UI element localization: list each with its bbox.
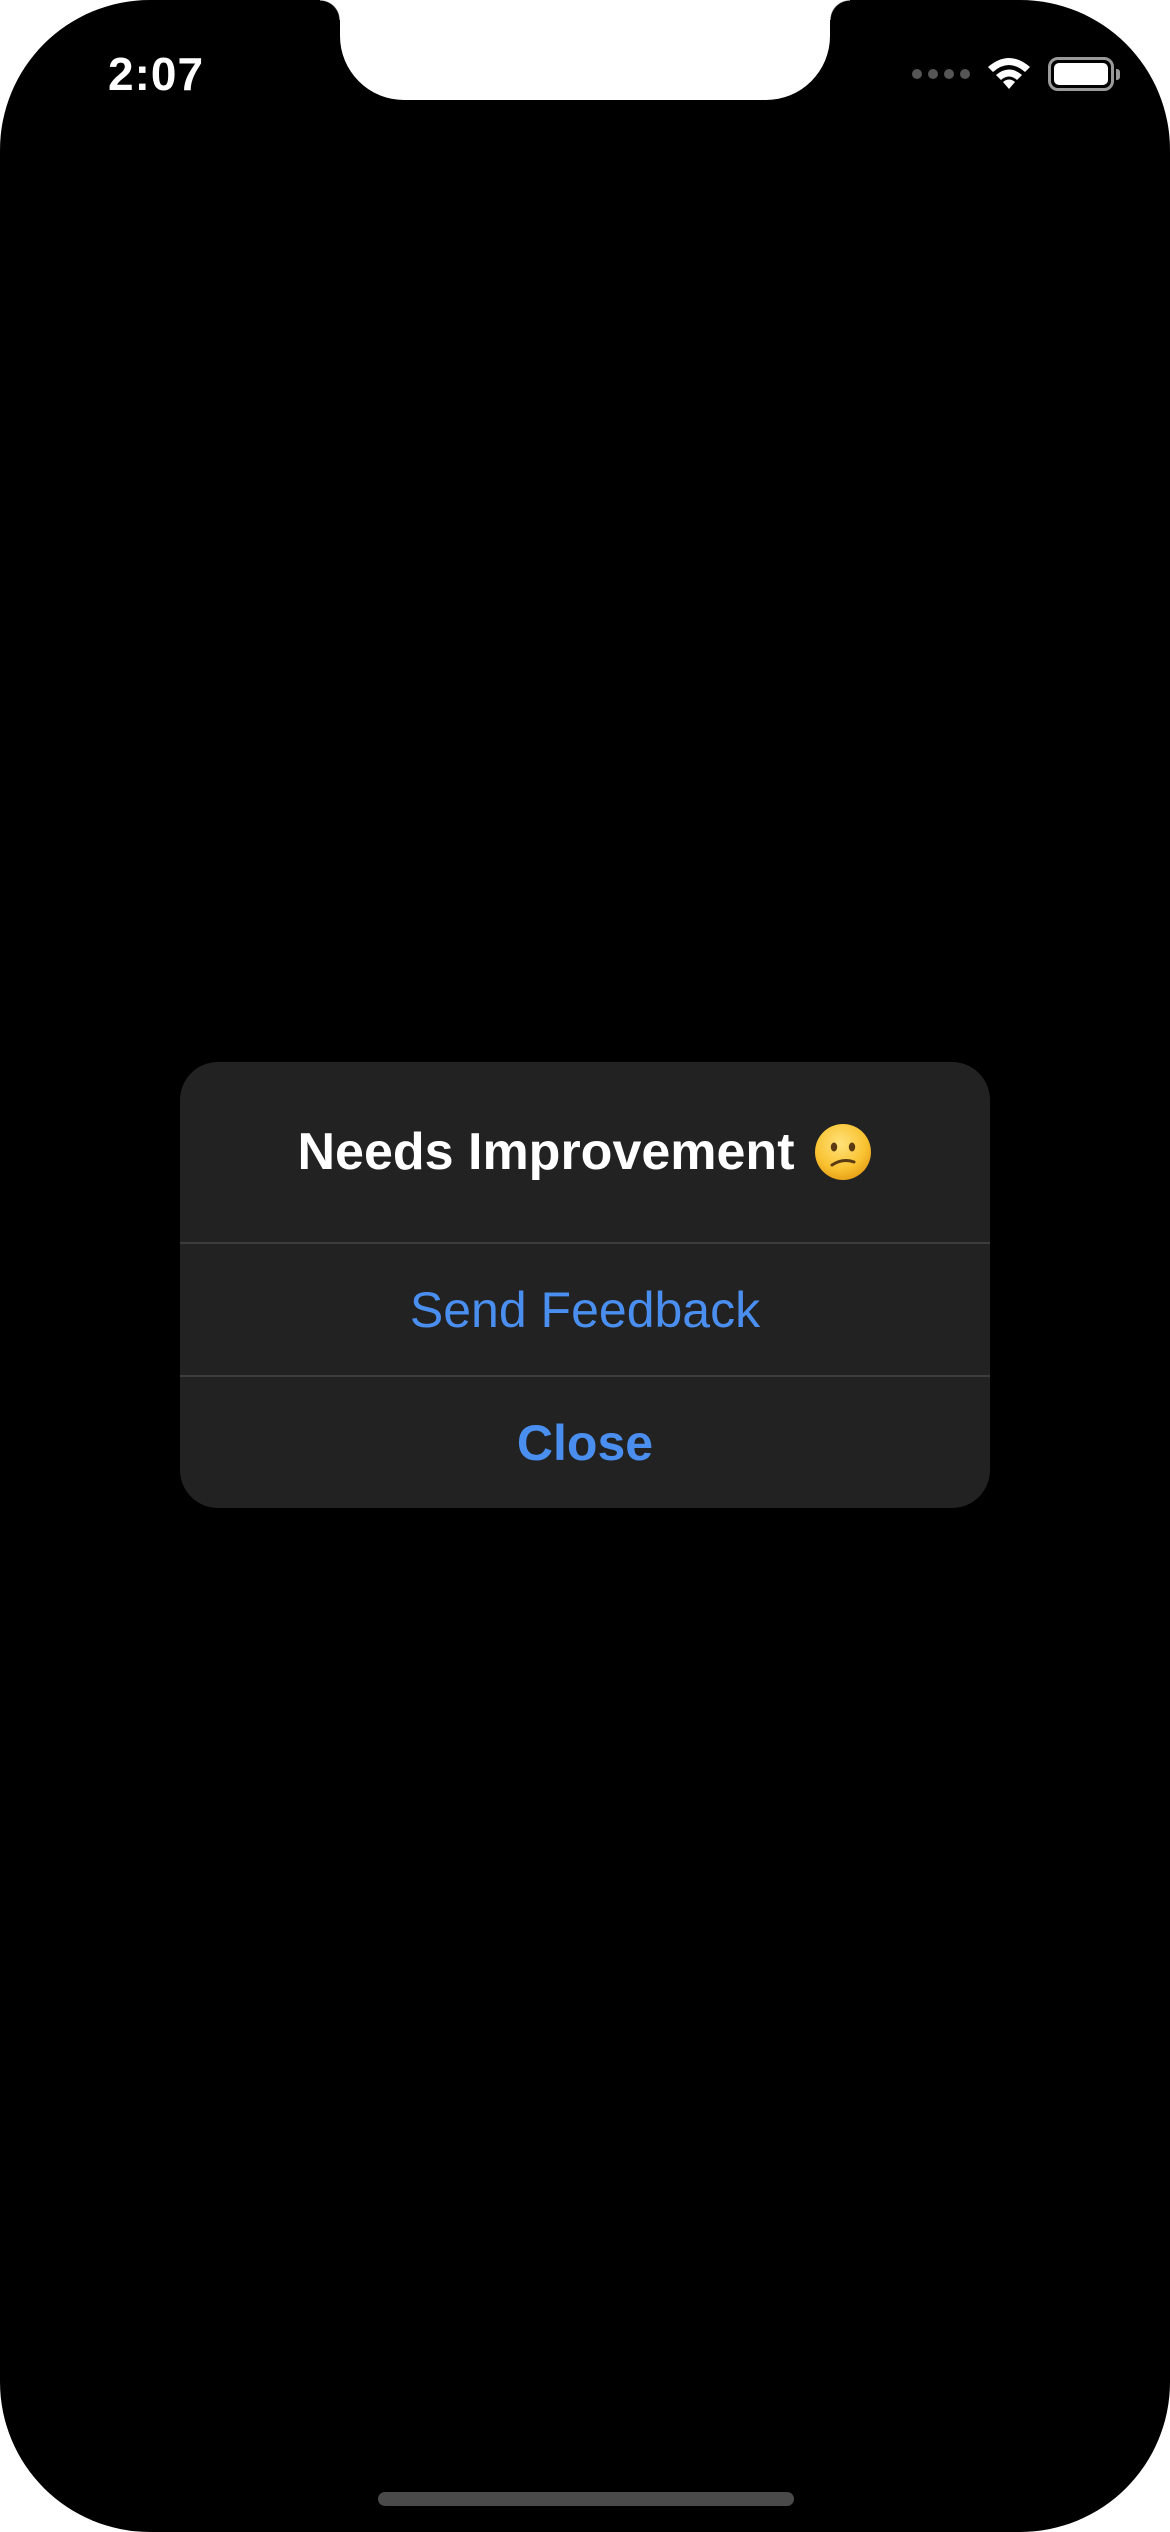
status-icons (912, 52, 1120, 96)
device-screen: 2:07 Needs Improvement Send Feedback Clo… (0, 0, 1170, 2532)
close-button[interactable]: Close (180, 1377, 990, 1508)
status-time: 2:07 (108, 48, 205, 100)
cellular-signal-icon (912, 69, 970, 79)
alert-dialog: Needs Improvement Send Feedback Close (180, 1062, 990, 1508)
alert-title-text: Needs Improvement (297, 1123, 795, 1181)
alert-title: Needs Improvement (180, 1062, 990, 1242)
battery-icon (1048, 57, 1120, 91)
wifi-icon (988, 58, 1030, 89)
notch (320, 0, 850, 100)
home-indicator[interactable] (378, 2492, 794, 2506)
confused-face-icon (814, 1124, 871, 1180)
send-feedback-button[interactable]: Send Feedback (180, 1244, 990, 1375)
